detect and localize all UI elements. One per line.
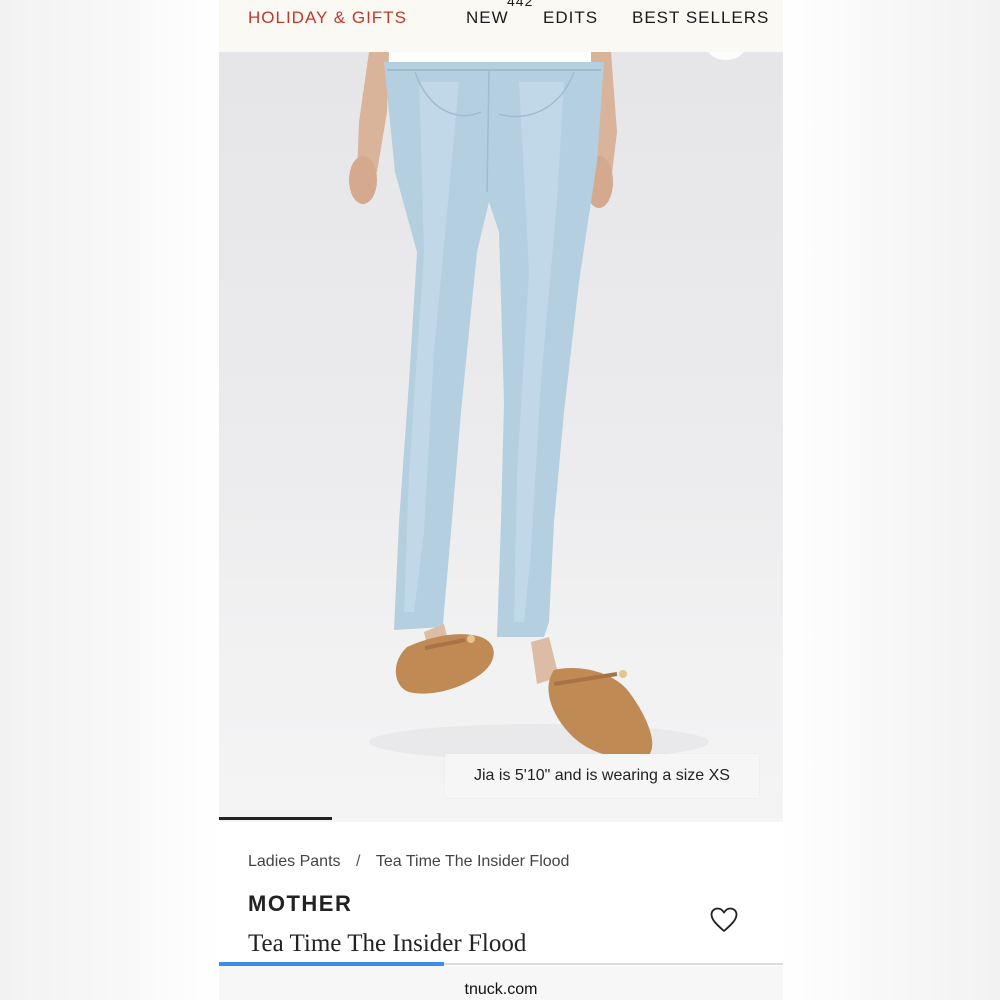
breadcrumb-category-link[interactable]: Ladies Pants <box>248 853 341 871</box>
page-load-progress <box>219 962 783 966</box>
breadcrumb-separator: / <box>355 853 361 870</box>
image-carousel-progress <box>219 817 332 820</box>
nav-best-sellers[interactable]: BEST SELLERS <box>632 8 769 28</box>
url-text: tnuck.com <box>464 981 538 998</box>
nav-new[interactable]: NEW <box>466 8 509 28</box>
heart-icon[interactable] <box>710 907 738 933</box>
nav-holiday-gifts[interactable]: HOLIDAY & GIFTS <box>248 8 407 28</box>
jeans-model-illustration <box>349 52 709 760</box>
browser-url-bar[interactable]: tnuck.com <box>219 966 783 1000</box>
top-navigation: HOLIDAY & GIFTS NEW 442 EDITS BEST SELLE… <box>219 0 783 53</box>
nav-count-badge: 442 <box>507 0 534 9</box>
product-image[interactable]: Jia is 5'10" and is wearing a size XS <box>219 52 783 822</box>
nav-edits[interactable]: EDITS <box>543 8 598 28</box>
breadcrumb-current: Tea Time The Insider Flood <box>375 853 570 870</box>
breadcrumb: Ladies Pants / Tea Time The Insider Floo… <box>248 853 569 871</box>
product-title: Tea Time The Insider Flood <box>248 930 527 957</box>
product-brand[interactable]: MOTHER <box>248 891 352 917</box>
model-size-caption: Jia is 5'10" and is wearing a size XS <box>445 754 759 798</box>
phone-screen: HOLIDAY & GIFTS NEW 442 EDITS BEST SELLE… <box>219 0 783 1000</box>
